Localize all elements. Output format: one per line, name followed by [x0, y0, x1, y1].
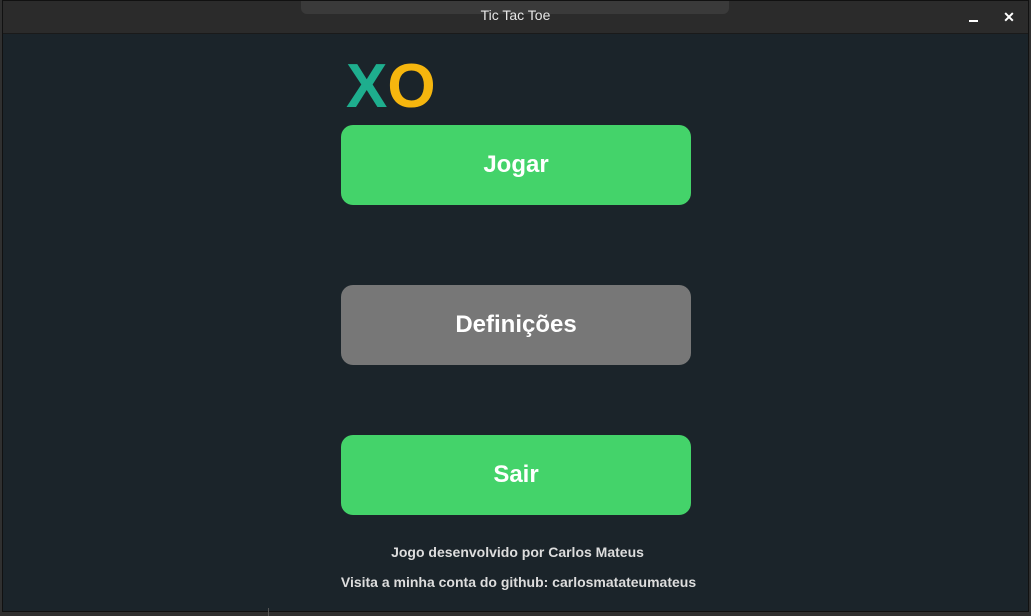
github-link-text: Visita a minha conta do github: carlosma…: [340, 574, 697, 590]
app-window: Tic Tac Toe ✕ X O Jogar Definições Sair …: [2, 0, 1029, 612]
game-logo: X O: [346, 55, 436, 119]
close-button[interactable]: ✕: [998, 6, 1020, 28]
play-button[interactable]: Jogar: [341, 125, 691, 205]
exit-button-label: Sair: [493, 461, 539, 488]
close-icon: ✕: [1003, 9, 1015, 25]
settings-button-label: Definições: [455, 311, 577, 338]
minimize-icon: [969, 20, 978, 22]
logo-x: X: [346, 52, 388, 121]
minimize-button[interactable]: [963, 6, 985, 28]
background-divider: [268, 608, 269, 616]
developer-credit: Jogo desenvolvido por Carlos Mateus: [391, 544, 644, 560]
settings-button[interactable]: Definições: [341, 285, 691, 365]
exit-button[interactable]: Sair: [341, 435, 691, 515]
logo-o: O: [387, 52, 436, 121]
play-button-label: Jogar: [483, 151, 549, 178]
window-title: Tic Tac Toe: [480, 7, 551, 23]
desktop: Tic Tac Toe ✕ X O Jogar Definições Sair …: [0, 0, 1031, 616]
title-bar[interactable]: Tic Tac Toe ✕: [3, 1, 1028, 34]
